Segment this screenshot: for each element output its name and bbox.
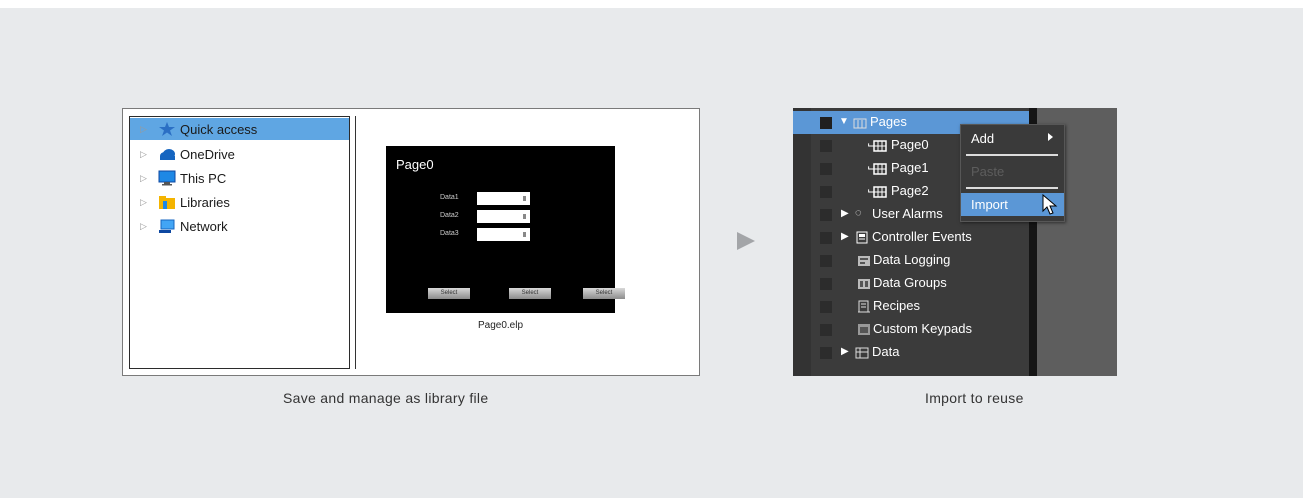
background-panel: ▷ Quick access ▷ OneDrive ▷ This PC ▷ Li… bbox=[0, 8, 1303, 498]
file-name-label: Page0.elp bbox=[477, 320, 524, 331]
next-arrow-icon bbox=[737, 232, 755, 250]
preview-data-field bbox=[477, 210, 530, 223]
star-icon bbox=[159, 122, 175, 136]
tree-checkbox[interactable] bbox=[820, 347, 832, 359]
file-explorer-window: ▷ Quick access ▷ OneDrive ▷ This PC ▷ Li… bbox=[122, 108, 700, 376]
tree-item-network[interactable]: ▷ Network bbox=[130, 215, 349, 237]
tree-item-quick-access[interactable]: ▷ Quick access bbox=[130, 118, 349, 140]
menu-separator bbox=[966, 154, 1058, 156]
expand-arrow-icon[interactable]: ▷ bbox=[140, 149, 147, 160]
tree-item-label: Page1 bbox=[891, 160, 929, 175]
expand-arrow-icon[interactable]: ▶ bbox=[841, 346, 849, 357]
tree-item-label: Libraries bbox=[180, 194, 230, 210]
tree-item-label: Data Groups bbox=[873, 275, 947, 290]
navigation-tree: ▷ Quick access ▷ OneDrive ▷ This PC ▷ Li… bbox=[129, 116, 350, 369]
menu-item-label: Add bbox=[971, 131, 995, 146]
cloud-icon bbox=[160, 149, 175, 160]
preview-page-title: Page0 bbox=[396, 157, 434, 172]
project-explorer-panel: ▼ Pages ⌙ Page0 ⌙ Page1 ⌙ Page2 ▶ ◌ User… bbox=[793, 108, 1117, 376]
preview-data-label: Data1 bbox=[440, 194, 459, 201]
menu-item-paste[interactable]: Paste bbox=[961, 160, 1064, 183]
recipe-icon bbox=[858, 300, 870, 313]
tree-item-libraries[interactable]: ▷ Libraries bbox=[130, 191, 349, 213]
preview-data-row: Data2 bbox=[386, 210, 615, 224]
tree-item-controller-events[interactable]: ▶ Controller Events bbox=[793, 226, 1029, 249]
tree-item-label: OneDrive bbox=[180, 146, 235, 162]
tree-item-label: Page0 bbox=[891, 137, 929, 152]
tree-item-label: Data Logging bbox=[873, 252, 951, 267]
preview-data-label: Data2 bbox=[440, 212, 459, 219]
expand-arrow-icon[interactable]: ▷ bbox=[140, 197, 147, 208]
tree-checkbox[interactable] bbox=[820, 324, 832, 336]
controller-icon bbox=[856, 231, 868, 244]
tree-item-custom-keypads[interactable]: Custom Keypads bbox=[793, 318, 1029, 341]
tree-item-label: Custom Keypads bbox=[873, 321, 972, 336]
tree-item-recipes[interactable]: Recipes bbox=[793, 295, 1029, 318]
expand-arrow-icon[interactable]: ▷ bbox=[140, 173, 147, 184]
left-caption: Save and manage as library file bbox=[283, 390, 489, 406]
data-logging-icon bbox=[858, 256, 870, 266]
page-grid-icon bbox=[873, 186, 887, 198]
preview-data-field bbox=[477, 228, 530, 241]
tree-checkbox[interactable] bbox=[820, 163, 832, 175]
tree-checkbox[interactable] bbox=[820, 209, 832, 221]
expand-arrow-icon[interactable]: ▷ bbox=[140, 124, 147, 135]
expand-arrow-icon[interactable]: ▷ bbox=[140, 221, 147, 232]
preview-select-button: Select bbox=[509, 288, 551, 299]
data-icon bbox=[855, 347, 869, 359]
network-icon bbox=[159, 219, 175, 233]
tree-item-label: Quick access bbox=[180, 121, 258, 137]
tree-item-label: This PC bbox=[180, 170, 227, 186]
page-grid-icon bbox=[873, 163, 887, 175]
right-caption: Import to reuse bbox=[925, 390, 1024, 406]
tree-checkbox[interactable] bbox=[820, 255, 832, 267]
tree-item-label: Data bbox=[872, 344, 900, 359]
expand-arrow-icon[interactable]: ▶ bbox=[841, 208, 849, 219]
keypad-icon bbox=[858, 324, 870, 335]
tree-item-label: User Alarms bbox=[872, 206, 943, 221]
tree-checkbox[interactable] bbox=[820, 117, 832, 129]
preview-data-field bbox=[477, 192, 530, 205]
page-preview-thumbnail[interactable]: Page0 Data1 Data2 Data3 Select Select Se… bbox=[386, 146, 625, 313]
tree-item-onedrive[interactable]: ▷ OneDrive bbox=[130, 143, 349, 165]
preview-select-button: Select bbox=[428, 288, 470, 299]
menu-item-label: Paste bbox=[971, 164, 1005, 179]
page-grid-icon bbox=[873, 140, 887, 152]
library-icon bbox=[159, 196, 175, 209]
tree-item-this-pc[interactable]: ▷ This PC bbox=[130, 167, 349, 189]
tree-item-label: Page2 bbox=[891, 183, 929, 198]
submenu-arrow-icon bbox=[1048, 133, 1053, 141]
preview-data-row: Data3 bbox=[386, 228, 615, 242]
tree-checkbox[interactable] bbox=[820, 278, 832, 290]
menu-item-label: Import bbox=[971, 197, 1008, 212]
tree-item-label: Controller Events bbox=[872, 229, 972, 244]
tree-item-data-logging[interactable]: Data Logging bbox=[793, 249, 1029, 272]
menu-separator bbox=[966, 187, 1058, 189]
menu-item-add[interactable]: Add bbox=[961, 127, 1064, 150]
tree-checkbox[interactable] bbox=[820, 186, 832, 198]
tree-checkbox[interactable] bbox=[820, 232, 832, 244]
mouse-cursor-icon bbox=[1042, 194, 1058, 215]
tree-item-data-groups[interactable]: Data Groups bbox=[793, 272, 1029, 295]
collapse-arrow-icon[interactable]: ▼ bbox=[839, 116, 849, 127]
tree-item-label: Pages bbox=[870, 114, 907, 129]
preview-data-label: Data3 bbox=[440, 230, 459, 237]
tree-item-label: Recipes bbox=[873, 298, 920, 313]
tree-item-label: Network bbox=[180, 218, 228, 234]
expand-arrow-icon[interactable]: ▶ bbox=[841, 231, 849, 242]
pane-splitter[interactable] bbox=[355, 116, 356, 369]
preview-data-row: Data1 bbox=[386, 192, 615, 206]
computer-icon bbox=[158, 170, 176, 186]
preview-select-button: Select bbox=[583, 288, 625, 299]
folder-icon bbox=[853, 118, 867, 129]
speaker-icon: ◌ bbox=[855, 207, 862, 219]
tree-item-data[interactable]: ▶ Data bbox=[793, 341, 1029, 364]
tree-checkbox[interactable] bbox=[820, 140, 832, 152]
data-groups-icon bbox=[858, 279, 870, 289]
tree-checkbox[interactable] bbox=[820, 301, 832, 313]
